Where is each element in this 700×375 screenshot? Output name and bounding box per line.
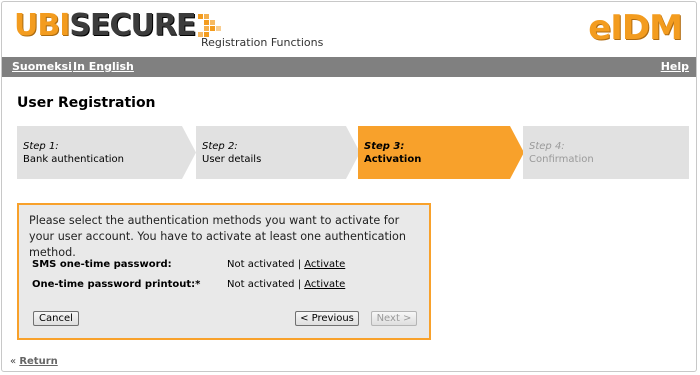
step-number: Step 3: xyxy=(364,141,405,152)
status-separator: | xyxy=(297,259,302,270)
next-button[interactable]: Next > xyxy=(371,311,417,326)
return-link[interactable]: Return xyxy=(19,356,57,367)
cancel-button[interactable]: Cancel xyxy=(33,311,79,326)
return-arrow: « xyxy=(10,356,17,367)
eidm-logo: eIDM xyxy=(588,8,683,48)
method-name: One-time password printout:* xyxy=(32,279,201,290)
nav-bar: Suomeksi In English Help xyxy=(2,57,696,77)
previous-button[interactable]: < Previous xyxy=(295,311,359,326)
step-number: Step 4: xyxy=(529,141,565,152)
method-status: Not activated | Activate xyxy=(227,259,345,270)
header: UBI SECURE Registration Functions eIDM xyxy=(2,2,696,56)
activate-sms-link[interactable]: Activate xyxy=(304,259,345,270)
step-indicator: Step 1: Bank authentication Step 2: User… xyxy=(17,126,689,179)
method-status: Not activated | Activate xyxy=(227,279,345,290)
step-label: Bank authentication xyxy=(23,154,124,165)
step-label: User details xyxy=(202,154,262,165)
return-link-area: « Return xyxy=(10,356,58,367)
status-text: Not activated xyxy=(227,259,295,270)
status-separator: | xyxy=(297,279,302,290)
method-name: SMS one-time password: xyxy=(32,259,172,270)
step-label: Confirmation xyxy=(529,154,594,165)
activate-printout-link[interactable]: Activate xyxy=(304,279,345,290)
lang-english-link[interactable]: In English xyxy=(73,60,134,73)
step-number: Step 2: xyxy=(202,141,238,152)
lang-finnish-link[interactable]: Suomeksi xyxy=(12,60,72,73)
logo-text-ubi: UBI xyxy=(14,8,70,43)
step-4: Step 4: Confirmation xyxy=(523,126,689,179)
header-subtitle: Registration Functions xyxy=(201,36,324,49)
step-label: Activation xyxy=(364,154,422,165)
instructions-text: Please select the authentication methods… xyxy=(29,214,406,259)
page-frame: UBI SECURE Registration Functions eIDM Su… xyxy=(1,1,697,372)
status-text: Not activated xyxy=(227,279,295,290)
ubisecure-logo: UBI SECURE xyxy=(14,11,222,41)
step-3: Step 3: Activation xyxy=(358,126,524,179)
activation-panel: Please select the authentication methods… xyxy=(17,203,431,340)
step-2: Step 2: User details xyxy=(196,126,360,179)
step-number: Step 1: xyxy=(23,141,59,152)
step-1: Step 1: Bank authentication xyxy=(17,126,196,179)
page-title: User Registration xyxy=(17,95,156,111)
help-link[interactable]: Help xyxy=(661,60,689,73)
logo-text-secure: SECURE xyxy=(69,8,196,43)
